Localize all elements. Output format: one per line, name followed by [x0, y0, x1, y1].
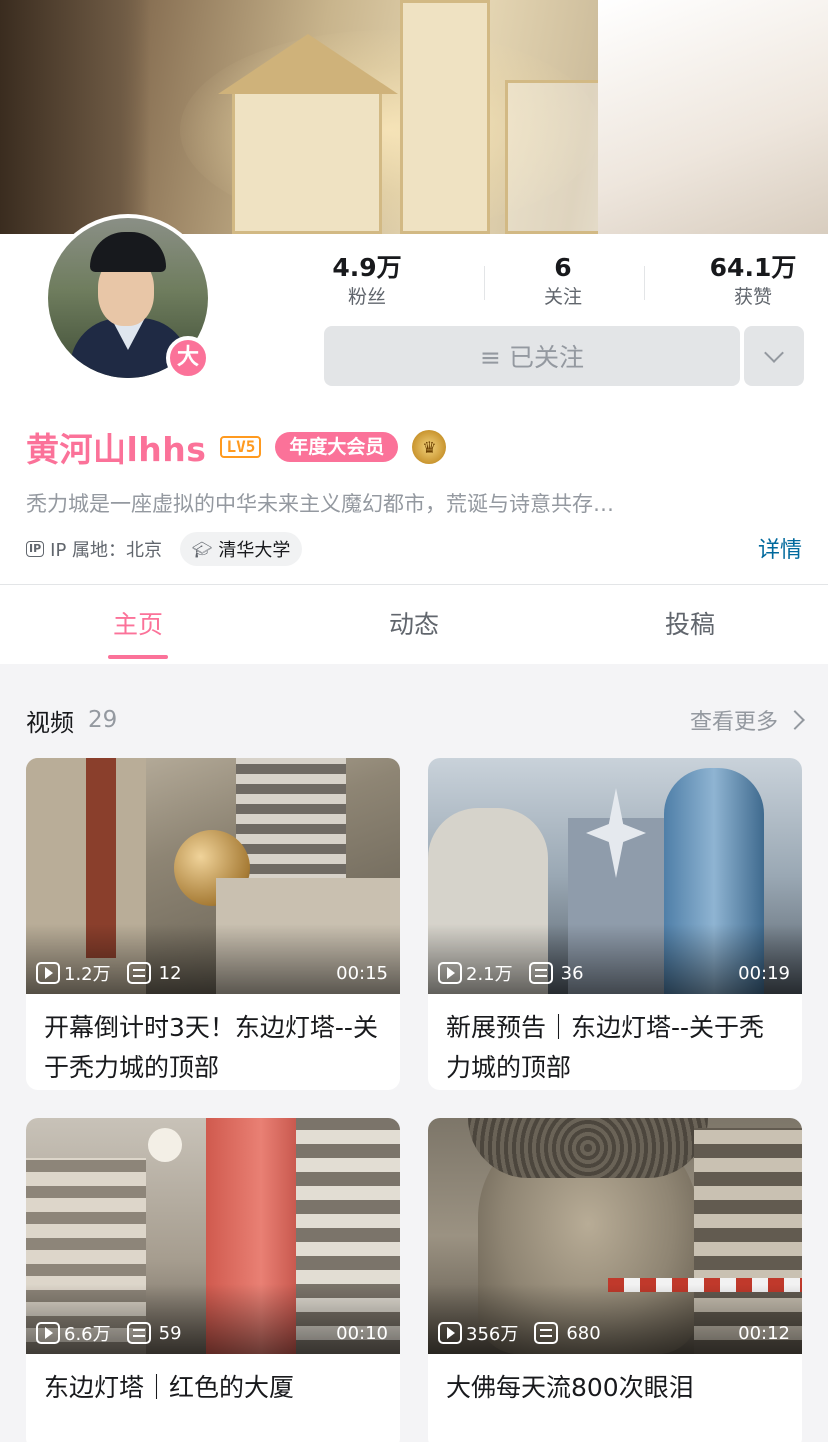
followed-label: ≡ 已关注 — [480, 343, 584, 372]
stat-label: 粉丝 — [347, 286, 386, 308]
video-card[interactable]: 6.6万 59 00:10 东边灯塔｜红色的大厦 — [26, 1118, 400, 1442]
video-thumbnail: 356万 680 00:12 — [428, 1118, 802, 1354]
section-title: 视频 — [26, 708, 74, 737]
vip-avatar-badge: 大 — [166, 336, 210, 380]
profile-banner — [0, 0, 828, 234]
video-thumbnail: 2.1万 36 00:19 — [428, 758, 802, 994]
ip-icon: IP — [26, 541, 45, 557]
danmaku-count: 36 — [560, 962, 584, 984]
play-count: 2.1万 — [466, 964, 513, 985]
danmaku-count: 59 — [158, 1322, 182, 1344]
name-row: 黄河山lhhs LV5 年度大会员 ♛ — [26, 424, 447, 470]
see-more-label: 查看更多 — [689, 710, 778, 735]
video-card[interactable]: 356万 680 00:12 大佛每天流800次眼泪 — [428, 1118, 802, 1442]
video-thumbnail: 6.6万 59 00:10 — [26, 1118, 400, 1354]
play-count-icon — [36, 1322, 60, 1344]
tab-uploads[interactable]: 投稿 — [552, 585, 828, 665]
thumb-smiley — [148, 1128, 182, 1162]
tab-home[interactable]: 主页 — [0, 585, 276, 665]
ip-label: IP 属地：北京 — [50, 540, 163, 561]
video-stats: 1.2万 12 00:15 — [36, 960, 388, 986]
vip-tag[interactable]: 年度大会员 — [275, 432, 399, 462]
video-title: 大佛每天流800次眼泪 — [446, 1373, 694, 1402]
video-duration: 00:10 — [336, 1322, 388, 1344]
stat-label: 获赞 — [733, 286, 772, 308]
play-count-icon — [36, 962, 60, 984]
videos-section-header: 视频 29 查看更多 — [26, 700, 805, 740]
level-badge: LV5 — [220, 436, 262, 458]
school-label: 清华大学 — [218, 540, 291, 561]
play-count-icon — [438, 1322, 462, 1344]
danmaku-icon — [126, 1322, 151, 1344]
video-title: 东边灯塔｜红色的大厦 — [44, 1373, 295, 1402]
see-more-link[interactable]: 查看更多 — [689, 704, 805, 736]
stat-followers[interactable]: 4.9万 粉丝 — [292, 252, 442, 310]
thumb-buddha-hair — [468, 1118, 708, 1178]
stat-divider — [644, 266, 645, 300]
bio[interactable]: 秃力城是一座虚拟的中华未来主义魔幻都市，荒诞与诗意共存… — [26, 488, 786, 518]
danmaku-count: 12 — [158, 962, 182, 984]
banner-cloth — [598, 0, 828, 234]
play-count: 1.2万 — [64, 964, 111, 985]
video-stats: 2.1万 36 00:19 — [438, 960, 790, 986]
profile-tabs: 主页 动态 投稿 — [0, 584, 828, 664]
chevron-right-icon — [785, 710, 805, 730]
banner-model-house — [232, 88, 382, 234]
section-count: 29 — [88, 707, 118, 733]
video-duration: 00:15 — [336, 962, 388, 984]
play-count-icon — [438, 962, 462, 984]
tab-active-indicator — [108, 655, 168, 659]
video-title: 新展预告｜东边灯塔--关于秃力城的顶部 — [446, 1013, 765, 1082]
danmaku-icon — [126, 962, 151, 984]
video-duration: 00:12 — [738, 1322, 790, 1344]
video-title: 开幕倒计时3天！东边灯塔--关于秃力城的顶部 — [44, 1013, 378, 1082]
video-stats: 6.6万 59 00:10 — [36, 1320, 388, 1346]
tab-dynamic[interactable]: 动态 — [276, 585, 552, 665]
stat-value: 6 — [554, 253, 572, 282]
avatar-cap — [90, 232, 166, 272]
danmaku-icon — [534, 1322, 559, 1344]
stat-value: 64.1万 — [709, 253, 797, 282]
stat-likes[interactable]: 64.1万 获赞 — [678, 252, 828, 310]
detail-link[interactable]: 详情 — [758, 532, 802, 564]
followed-button[interactable]: ≡ 已关注 — [324, 326, 740, 386]
stat-divider — [484, 266, 485, 300]
stat-label: 关注 — [543, 286, 582, 308]
meta-row: IP IP 属地：北京 🎓︎ 清华大学 — [26, 530, 303, 568]
danmaku-icon — [528, 962, 553, 984]
video-card[interactable]: 1.2万 12 00:15 开幕倒计时3天！东边灯塔--关于秃力城的顶部 — [26, 758, 400, 1090]
follow-options-button[interactable] — [744, 326, 804, 386]
play-count: 356万 — [466, 1324, 519, 1345]
graduation-cap-icon: 🎓︎ — [192, 539, 213, 559]
stat-following[interactable]: 6 关注 — [488, 252, 638, 310]
video-duration: 00:19 — [738, 962, 790, 984]
stat-value: 4.9万 — [332, 253, 402, 282]
video-card[interactable]: 2.1万 36 00:19 新展预告｜东边灯塔--关于秃力城的顶部 — [428, 758, 802, 1090]
banner-model-roof — [218, 34, 398, 94]
school-tag[interactable]: 🎓︎ 清华大学 — [180, 532, 303, 566]
banner-model-tower — [400, 0, 490, 234]
banner-shadow — [0, 0, 150, 234]
ip-location: IP IP 属地：北京 — [26, 536, 162, 562]
video-stats: 356万 680 00:12 — [438, 1320, 790, 1346]
danmaku-count: 680 — [566, 1322, 601, 1344]
video-thumbnail: 1.2万 12 00:15 — [26, 758, 400, 994]
profile-stats: 4.9万 粉丝 6 关注 64.1万 获赞 — [308, 252, 828, 316]
medal-icon[interactable]: ♛ — [412, 430, 447, 464]
play-count: 6.6万 — [64, 1324, 111, 1345]
username: 黄河山lhhs — [26, 430, 207, 469]
chevron-down-icon — [764, 343, 784, 363]
